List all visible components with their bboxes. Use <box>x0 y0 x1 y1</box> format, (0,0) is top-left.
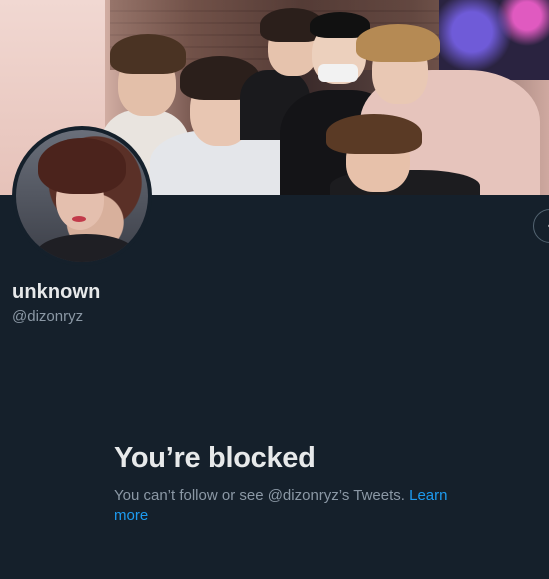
more-options-button[interactable]: • <box>533 209 549 243</box>
blocked-title: You’re blocked <box>114 442 316 474</box>
profile-handle: @dizonryz <box>12 308 84 325</box>
avatar-image <box>16 130 148 262</box>
profile-avatar[interactable] <box>12 126 152 266</box>
blocked-message: You can’t follow or see @dizonryz’s Twee… <box>114 486 464 526</box>
profile-display-name: unknown <box>12 281 101 303</box>
blocked-message-text: You can’t follow or see @dizonryz’s Twee… <box>114 487 405 504</box>
